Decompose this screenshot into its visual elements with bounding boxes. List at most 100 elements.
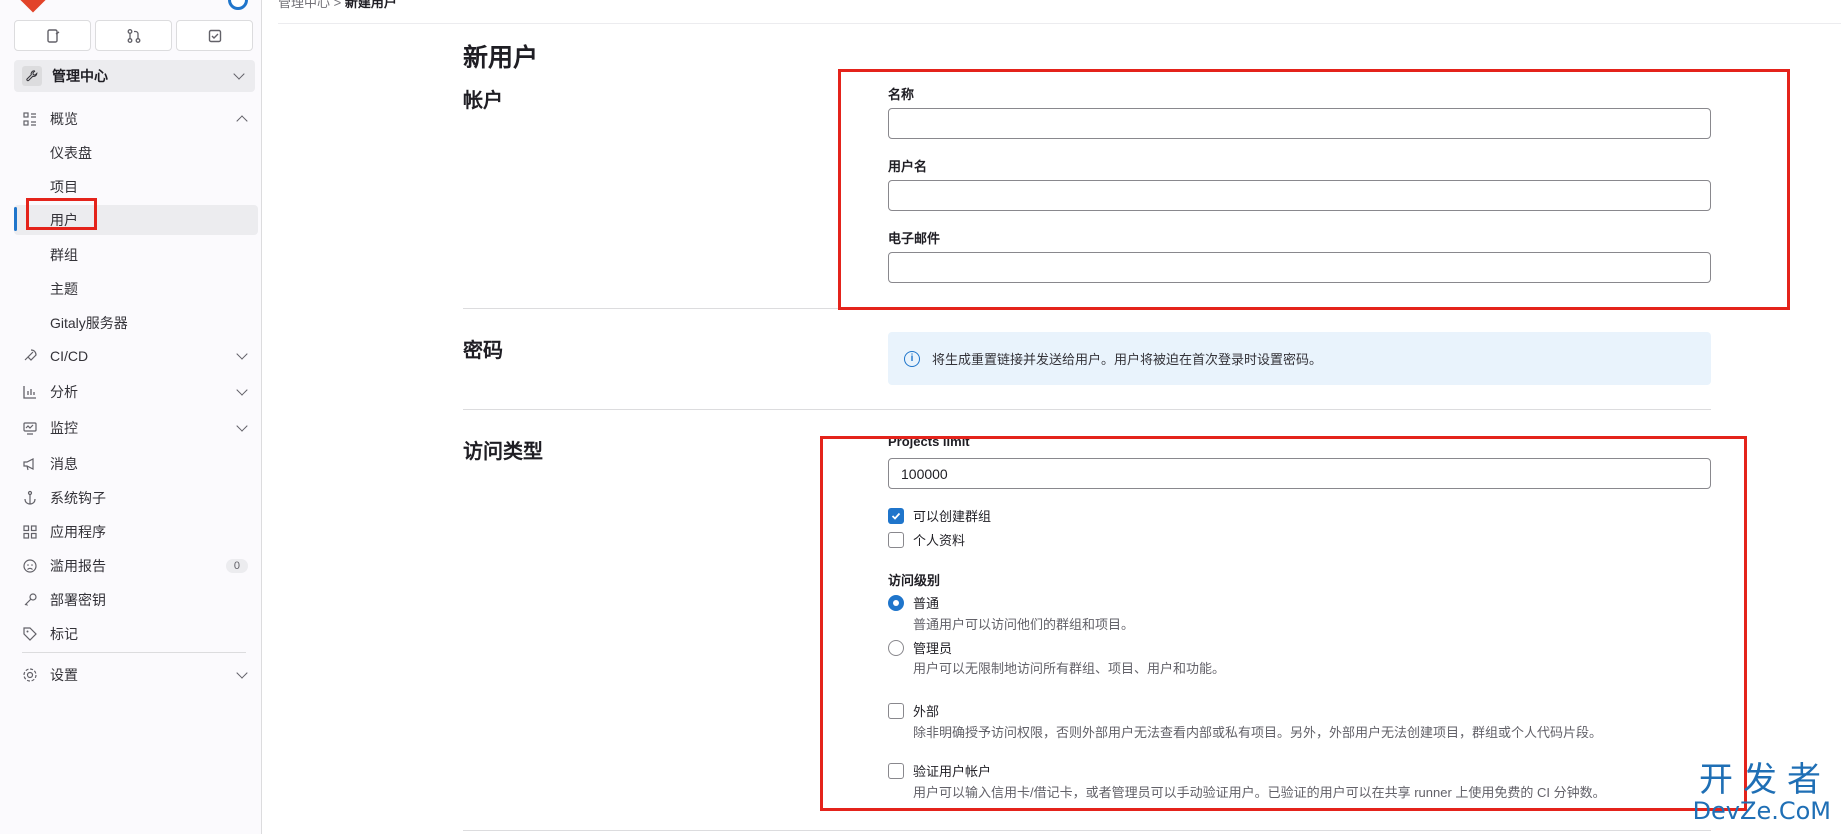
- validate-help-text: 用户可以输入信用卡/借记卡，或者管理员可以手动验证用户。已验证的用户可以在共享 …: [913, 785, 1606, 800]
- radio-selected-icon: [888, 594, 904, 611]
- anchor-icon: [22, 490, 38, 506]
- sidebar-item-projects[interactable]: 项目: [14, 172, 258, 202]
- watermark-line2: DevZe.CoM: [1692, 797, 1831, 825]
- chart-icon: [22, 384, 38, 400]
- info-icon: i: [904, 350, 920, 367]
- merge-request-icon: [127, 28, 140, 43]
- sidebar-item-topics[interactable]: 主题: [14, 274, 258, 304]
- private-profile-checkbox[interactable]: 个人资料: [888, 530, 965, 549]
- password-heading: 密码: [463, 340, 503, 362]
- access-heading: 访问类型: [463, 441, 543, 463]
- section-divider: [463, 830, 1711, 831]
- sidebar-item-label: 项目: [50, 179, 78, 195]
- bullhorn-icon: [22, 456, 38, 472]
- chevron-down-icon: [236, 667, 248, 679]
- projects-limit-input[interactable]: [888, 458, 1711, 489]
- quick-actions: [14, 20, 253, 51]
- issues-button[interactable]: [14, 20, 91, 51]
- section-divider: [463, 409, 1711, 410]
- email-input[interactable]: [888, 252, 1711, 283]
- todo-icon: [208, 29, 221, 42]
- sidebar-item-dashboard[interactable]: 仪表盘: [14, 138, 258, 168]
- sidebar: 管理中心 概览 仪表盘 项目 用户 群组 主题 Gitaly服务器 CI/CD …: [0, 0, 262, 834]
- sidebar-item-deploy-keys[interactable]: 部署密钥: [14, 585, 258, 615]
- user-avatar[interactable]: [228, 0, 248, 10]
- sidebar-item-overview[interactable]: 概览: [14, 104, 258, 134]
- sidebar-item-messages[interactable]: 消息: [14, 449, 258, 479]
- applications-icon: [22, 524, 38, 540]
- checkbox-icon: [888, 702, 904, 719]
- regular-help-text: 普通用户可以访问他们的群组和项目。: [913, 617, 1135, 632]
- validate-account-checkbox[interactable]: 验证用户帐户: [888, 761, 991, 780]
- radio-icon: [888, 639, 904, 656]
- sidebar-item-system-hooks[interactable]: 系统钩子: [14, 483, 258, 513]
- sidebar-item-settings[interactable]: 设置: [14, 660, 258, 690]
- radio-label: 管理员: [913, 641, 953, 656]
- sidebar-item-label: 标记: [50, 626, 78, 642]
- username-input[interactable]: [888, 180, 1711, 211]
- settings-icon: [22, 667, 38, 683]
- sidebar-item-label: CI/CD: [50, 348, 89, 364]
- todos-button[interactable]: [176, 20, 253, 51]
- count-badge: 0: [225, 559, 248, 573]
- chevron-down-icon: [233, 68, 245, 80]
- can-create-group-checkbox[interactable]: 可以创建群组: [888, 506, 991, 525]
- sidebar-item-label: 设置: [50, 667, 78, 683]
- name-input[interactable]: [888, 108, 1711, 139]
- name-label: 名称: [888, 87, 915, 102]
- sidebar-item-cicd[interactable]: CI/CD: [14, 341, 258, 371]
- projects-limit-label: Projects limit: [888, 434, 970, 449]
- checkbox-checked-icon: [888, 507, 904, 524]
- sidebar-item-label: 系统钩子: [50, 490, 106, 506]
- access-level-admin-radio[interactable]: 管理员: [888, 638, 952, 657]
- sidebar-item-groups[interactable]: 群组: [14, 240, 258, 270]
- account-heading: 帐户: [463, 90, 503, 112]
- sidebar-item-analytics[interactable]: 分析: [14, 377, 258, 407]
- issues-icon: [46, 28, 59, 43]
- sidebar-item-label: 滥用报告: [50, 558, 106, 574]
- access-level-regular-radio[interactable]: 普通: [888, 593, 939, 612]
- external-checkbox[interactable]: 外部: [888, 701, 939, 720]
- page-title: 新用户: [463, 44, 539, 72]
- rocket-icon: [22, 348, 38, 364]
- sidebar-item-applications[interactable]: 应用程序: [14, 517, 258, 547]
- checkbox-label: 外部: [913, 704, 940, 719]
- sidebar-item-label: 分析: [50, 384, 78, 400]
- chevron-down-icon: [236, 348, 248, 360]
- sidebar-divider: [22, 652, 246, 653]
- context-switcher[interactable]: 管理中心: [14, 60, 255, 92]
- sidebar-item-users[interactable]: 用户: [14, 205, 258, 235]
- chevron-up-icon: [236, 115, 248, 127]
- password-info-alert: i 将生成重置链接并发送给用户。用户将被迫在首次登录时设置密码。: [888, 332, 1711, 385]
- key-icon: [22, 592, 38, 608]
- gitlab-logo-icon[interactable]: [17, 0, 49, 13]
- watermark-line1: 开发者: [1699, 760, 1831, 800]
- access-level-label: 访问级别: [888, 573, 941, 588]
- sidebar-item-label: 群组: [50, 247, 78, 263]
- sidebar-item-label: Gitaly服务器: [50, 315, 128, 331]
- sidebar-item-label: 监控: [50, 420, 78, 436]
- abuse-icon: [22, 558, 38, 574]
- sidebar-item-label: 仪表盘: [50, 145, 92, 161]
- sidebar-item-abuse-reports[interactable]: 滥用报告 0: [14, 551, 258, 581]
- radio-label: 普通: [913, 596, 940, 611]
- sidebar-item-labels[interactable]: 标记: [14, 619, 258, 649]
- sidebar-item-monitoring[interactable]: 监控: [14, 413, 258, 443]
- sidebar-item-label: 消息: [50, 456, 78, 472]
- chevron-down-icon: [236, 420, 248, 432]
- checkbox-label: 个人资料: [913, 533, 966, 548]
- overview-icon: [22, 111, 38, 127]
- section-divider: [463, 308, 1711, 309]
- username-label: 用户名: [888, 159, 928, 174]
- checkbox-icon: [888, 762, 904, 779]
- sidebar-item-label: 应用程序: [50, 524, 106, 540]
- merge-requests-button[interactable]: [95, 20, 172, 51]
- admin-help-text: 用户可以无限制地访问所有群组、项目、用户和功能。: [913, 661, 1226, 676]
- chevron-down-icon: [236, 384, 248, 396]
- top-bar: [0, 0, 262, 13]
- sidebar-item-label: 部署密钥: [50, 592, 106, 608]
- password-info-text: 将生成重置链接并发送给用户。用户将被迫在首次登录时设置密码。: [932, 352, 1323, 367]
- sidebar-item-label: 用户: [50, 212, 78, 228]
- sidebar-item-gitaly-servers[interactable]: Gitaly服务器: [14, 308, 258, 338]
- context-label: 管理中心: [52, 68, 108, 84]
